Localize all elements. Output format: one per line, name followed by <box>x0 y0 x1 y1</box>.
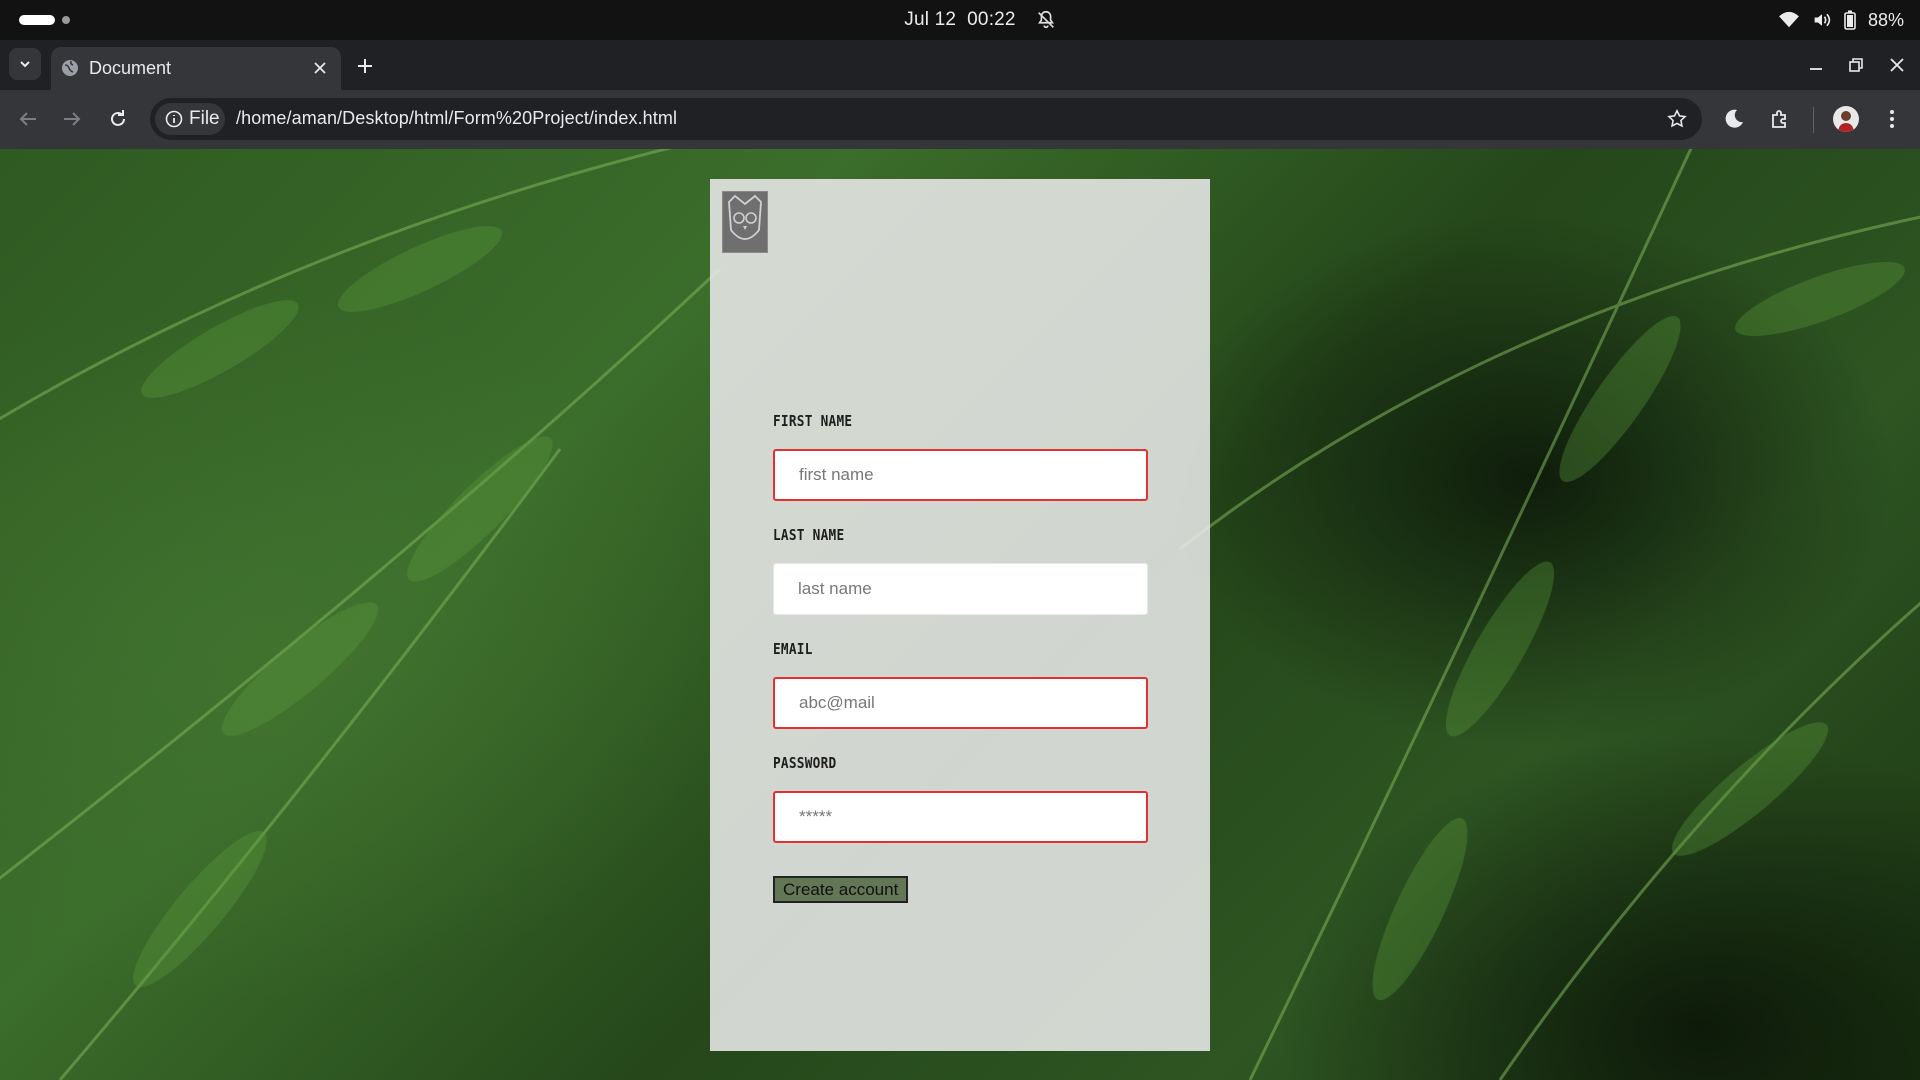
battery-percent: 88% <box>1867 9 1904 30</box>
globe-icon <box>62 60 78 76</box>
tab-search-button[interactable] <box>9 48 41 80</box>
user-photo-icon <box>1838 111 1854 132</box>
close-icon[interactable] <box>311 59 329 77</box>
site-info-label: File <box>189 108 220 129</box>
back-arrow-icon[interactable] <box>16 107 40 131</box>
tab-document[interactable]: Document <box>51 47 341 90</box>
dark-mode-moon-icon[interactable] <box>1722 107 1746 131</box>
bookmark-star-icon[interactable] <box>1666 108 1688 130</box>
system-tray[interactable]: 88% <box>1778 0 1904 40</box>
clock: Jul 12 00:22 <box>0 9 1920 31</box>
last-name-input[interactable] <box>773 563 1148 615</box>
owl-mascot-icon <box>728 194 762 240</box>
first-name-label: FIRST NAME <box>773 412 853 430</box>
create-account-button[interactable]: Create account <box>773 876 909 903</box>
more-menu-icon[interactable] <box>1880 107 1904 131</box>
profile-avatar[interactable] <box>1833 106 1859 132</box>
page-viewport: FIRST NAME LAST NAME EMAIL PASSWORD Crea… <box>0 149 1920 1080</box>
minimize-icon[interactable] <box>1806 55 1826 75</box>
logo <box>722 191 768 253</box>
workspace-indicator-active[interactable] <box>19 15 55 25</box>
address-bar[interactable]: File /home/aman/Desktop/html/Form%20Proj… <box>150 98 1702 140</box>
battery-icon <box>1844 10 1856 30</box>
tab-title: Document <box>89 58 172 78</box>
date-text[interactable]: Jul 12 <box>904 9 956 30</box>
email-input[interactable] <box>773 677 1148 729</box>
system-top-bar: Jul 12 00:22 88% <box>0 0 1920 40</box>
site-info-chip[interactable]: File <box>155 103 225 135</box>
info-icon <box>165 110 183 128</box>
volume-icon <box>1814 13 1831 27</box>
workspace-indicator[interactable] <box>62 16 70 24</box>
window-close-icon[interactable] <box>1887 55 1907 75</box>
extensions-puzzle-icon[interactable] <box>1768 107 1792 131</box>
tab-strip: Document <box>0 40 1920 90</box>
url-text[interactable]: /home/aman/Desktop/html/Form%20Project/i… <box>236 108 677 129</box>
notifications-muted-icon[interactable] <box>1035 9 1057 31</box>
reload-icon[interactable] <box>106 107 130 131</box>
last-name-label: LAST NAME <box>773 526 845 544</box>
toolbar-divider <box>1813 107 1814 133</box>
password-input[interactable] <box>773 791 1148 843</box>
email-label: EMAIL <box>773 640 813 658</box>
restore-icon[interactable] <box>1846 55 1866 75</box>
browser-toolbar: File /home/aman/Desktop/html/Form%20Proj… <box>0 90 1920 149</box>
time-text[interactable]: 00:22 <box>967 9 1016 30</box>
password-label: PASSWORD <box>773 754 837 772</box>
plus-icon <box>358 59 372 73</box>
wifi-icon <box>1779 11 1799 28</box>
chevron-down-icon <box>20 61 30 68</box>
signup-form-card: FIRST NAME LAST NAME EMAIL PASSWORD Crea… <box>710 179 1210 1051</box>
forward-arrow-icon[interactable] <box>60 107 84 131</box>
new-tab-button[interactable] <box>352 53 378 79</box>
first-name-input[interactable] <box>773 449 1148 501</box>
